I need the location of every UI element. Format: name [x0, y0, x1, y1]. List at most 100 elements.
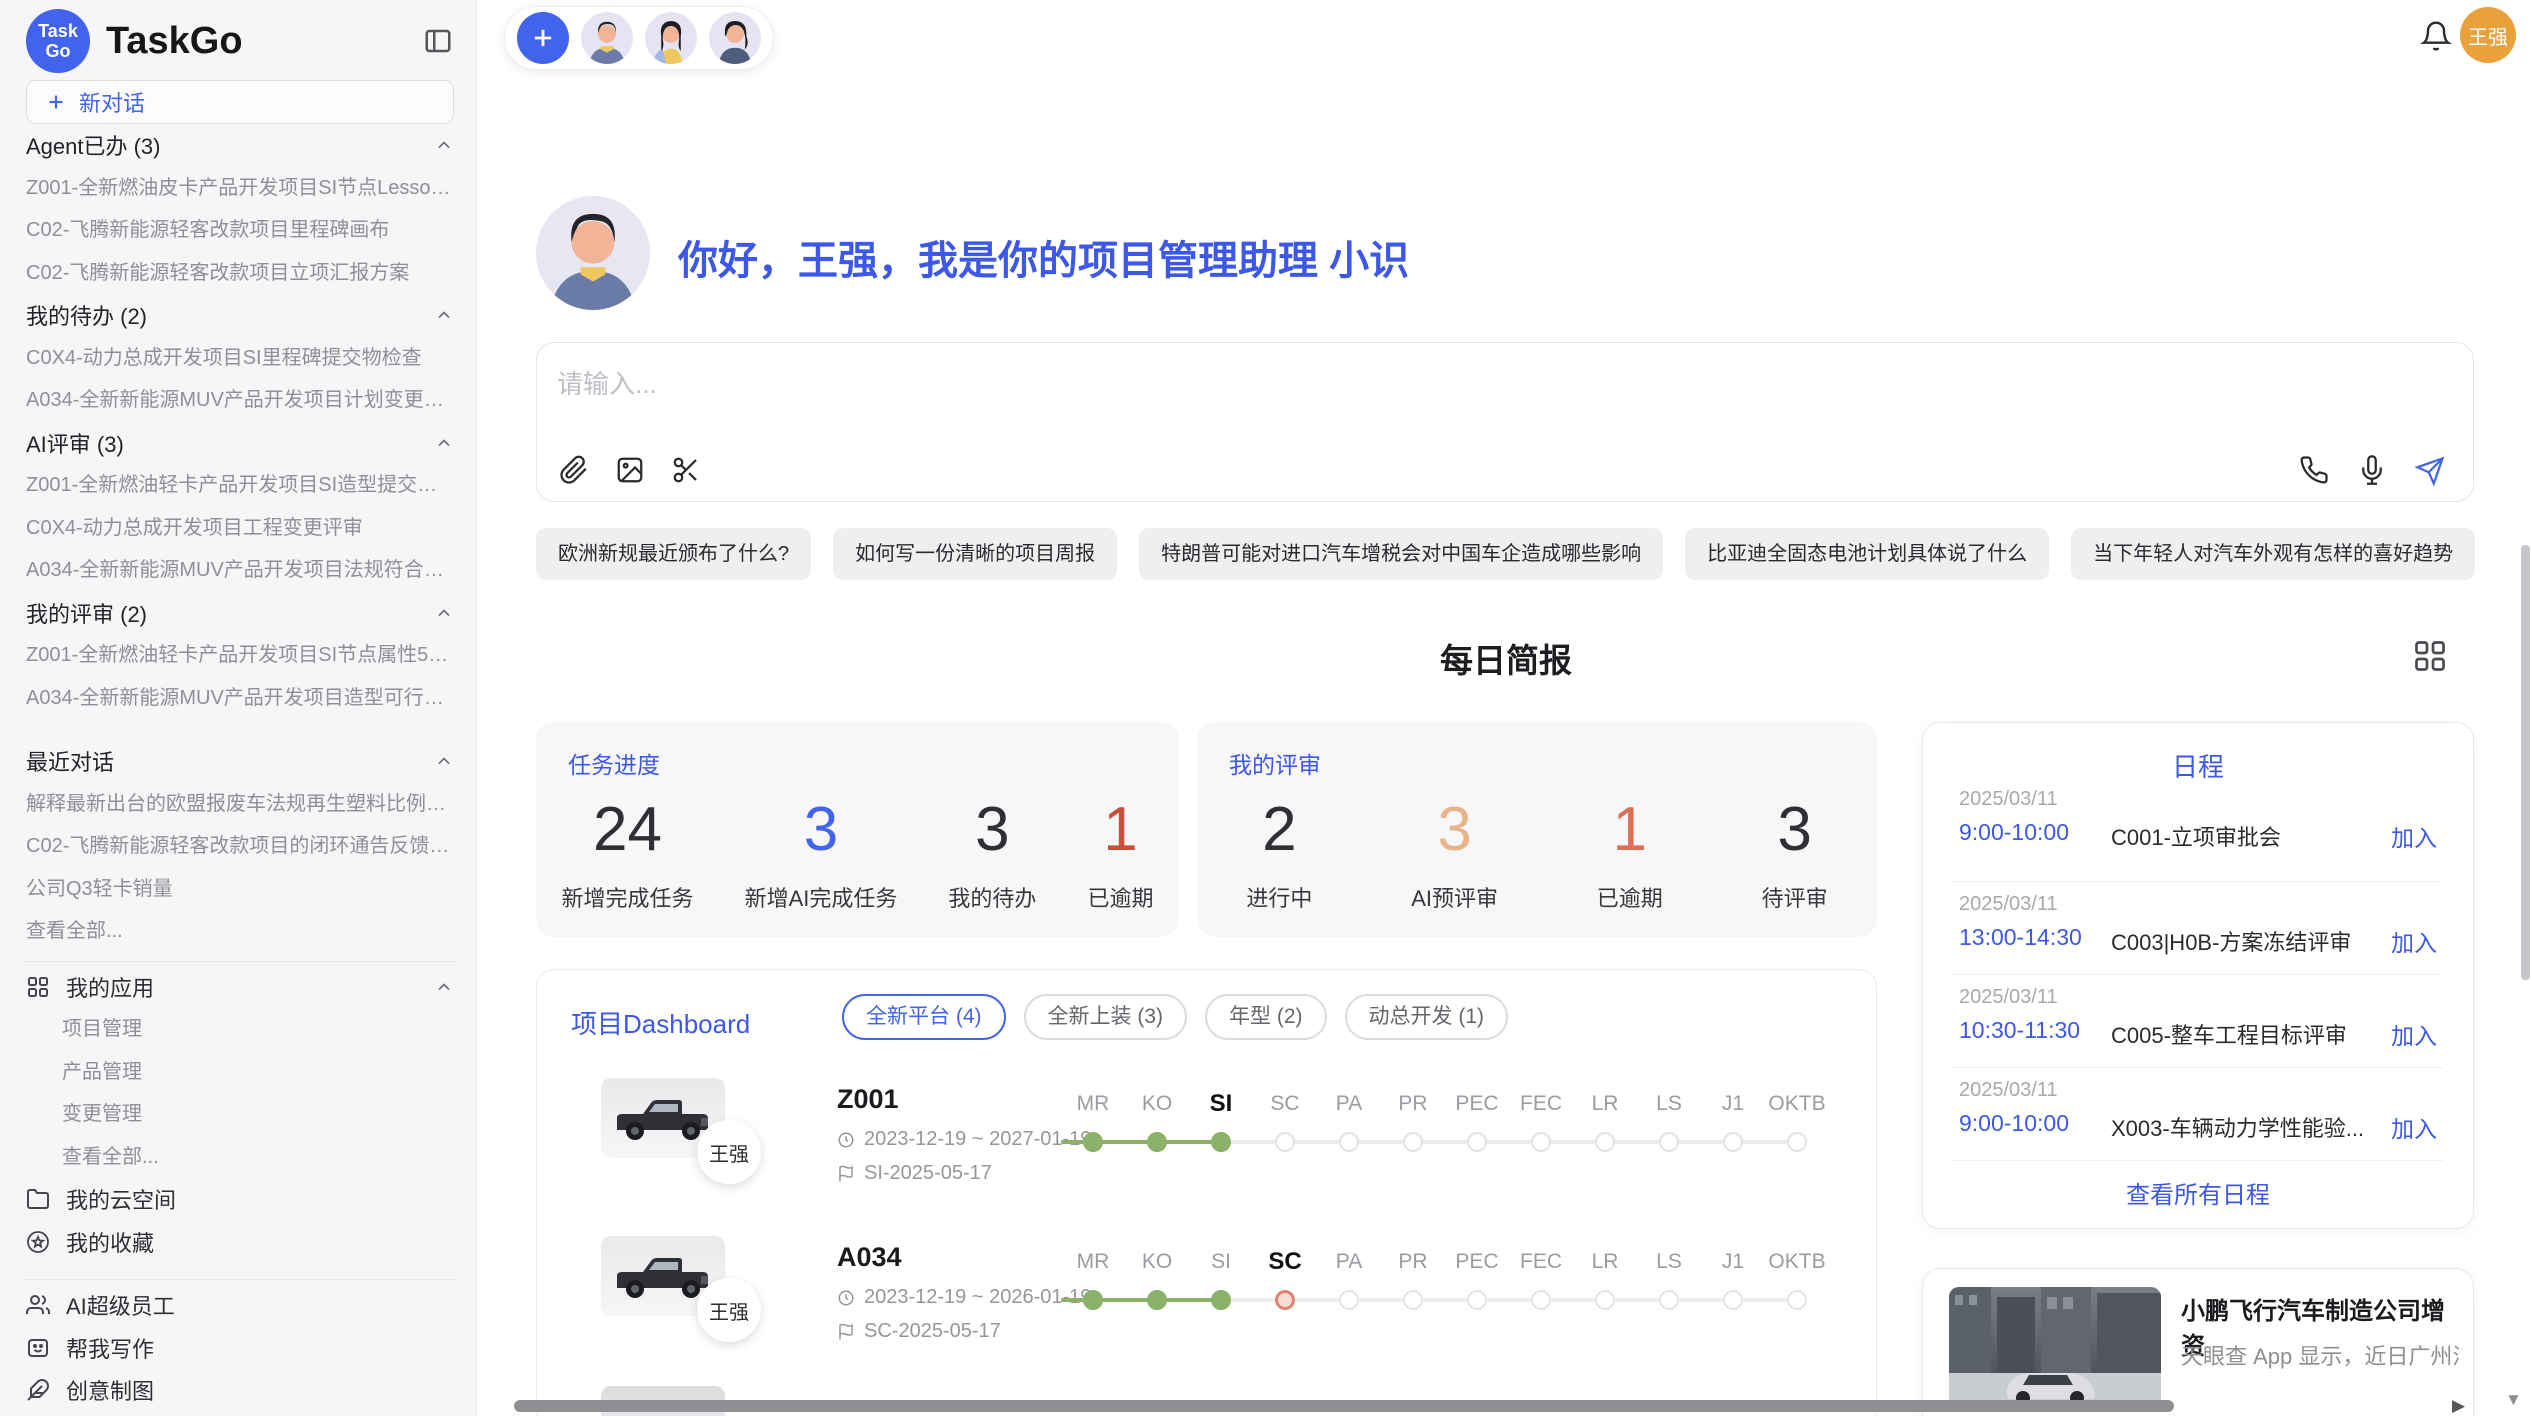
milestone-dot — [1403, 1290, 1423, 1310]
section-my-review[interactable]: 我的评审 (2) — [26, 592, 454, 635]
milestone-dot — [1531, 1132, 1551, 1152]
ai-employee-label: AI超级员工 — [66, 1289, 175, 1321]
section-agent-done[interactable]: Agent已办 (3) — [26, 124, 454, 167]
sidebar-item[interactable]: C0X4-动力总成开发项目工程变更评审 — [26, 507, 454, 550]
sidebar-item[interactable]: 公司Q3轻卡销量 — [26, 868, 454, 911]
sidebar-item[interactable]: Z001-全新燃油轻卡产品开发项目SI节点属性5D文件评审 — [26, 634, 454, 677]
chat-input[interactable] — [557, 361, 1757, 407]
suggestion-chips: 欧洲新规最近颁布了什么? 如何写一份清晰的项目周报 特朗普可能对进口汽车增税会对… — [536, 528, 2475, 580]
scroll-right-arrow-icon[interactable]: ▶ — [2452, 1396, 2465, 1416]
new-chat-button[interactable]: 新对话 — [26, 80, 454, 124]
scissors-icon[interactable] — [671, 455, 701, 485]
folder-icon — [26, 1187, 50, 1211]
sidebar-item-view-all[interactable]: 查看全部... — [26, 910, 454, 953]
suggestion-chip[interactable]: 欧洲新规最近颁布了什么? — [536, 528, 811, 580]
milestone-dot — [1211, 1132, 1231, 1152]
plus-icon — [45, 91, 67, 113]
milestone-label: OKTB — [1765, 1248, 1829, 1276]
milestone-label: PA — [1317, 1248, 1381, 1276]
sidebar-item[interactable]: A034-全新新能源MUV产品开发项目计划变更表编写 — [26, 379, 454, 422]
tab-new-platform[interactable]: 全新平台 (4) — [842, 994, 1006, 1040]
users-icon — [26, 1293, 50, 1317]
vertical-scrollbar[interactable] — [2521, 545, 2530, 980]
join-link[interactable]: 加入 — [2391, 819, 2437, 853]
sidebar-item[interactable]: 解释最新出台的欧盟报废车法规再生塑料比例被调至15%... — [26, 783, 454, 826]
milestone-label: KO — [1125, 1248, 1189, 1276]
scroll-down-arrow-icon[interactable]: ▼ — [2505, 1390, 2522, 1410]
stat-pending-review: 3 待评审 — [1762, 794, 1828, 913]
project-row[interactable]: 王强 Z001 2023-12-19 ~ 2027-01-19 SI-2025-… — [537, 1070, 1876, 1222]
sidebar-item[interactable]: A034-全新新能源MUV产品开发项目法规符合性评审 — [26, 549, 454, 592]
sidebar-item-ai-employee[interactable]: AI超级员工 — [26, 1284, 454, 1327]
section-my-todo[interactable]: 我的待办 (2) — [26, 294, 454, 337]
agent-avatar[interactable] — [581, 12, 633, 64]
clock-icon — [837, 1289, 855, 1307]
sidebar-item-cloud-space[interactable]: 我的云空间 — [26, 1178, 454, 1221]
sidebar-item[interactable]: C0X4-动力总成开发项目SI里程碑提交物检查 — [26, 337, 454, 380]
milestone-label: J1 — [1701, 1090, 1765, 1118]
sidebar-item[interactable]: Z001-全新燃油轻卡产品开发项目SI造型提交物评审 — [26, 464, 454, 507]
milestone-dot — [1531, 1290, 1551, 1310]
chat-composer — [536, 342, 2474, 502]
suggestion-chip[interactable]: 如何写一份清晰的项目周报 — [833, 528, 1117, 580]
sidebar-item[interactable]: C02-飞腾新能源轻客改款项目的闭环通告反馈情况 — [26, 825, 454, 868]
microphone-icon[interactable] — [2357, 455, 2387, 485]
milestone-dot — [1339, 1132, 1359, 1152]
user-avatar[interactable]: 王强 — [2460, 7, 2516, 63]
add-agent-button[interactable] — [517, 12, 569, 64]
tab-powertrain[interactable]: 动总开发 (1) — [1345, 994, 1509, 1040]
agent-avatar[interactable] — [645, 12, 697, 64]
section-recent-chats[interactable]: 最近对话 — [26, 740, 454, 783]
milestone-dot — [1147, 1132, 1167, 1152]
milestone-label: MR — [1061, 1090, 1125, 1118]
milestone-label: LS — [1637, 1090, 1701, 1118]
voice-call-icon[interactable] — [2299, 455, 2329, 485]
sidebar-item-creative-draw[interactable]: 创意制图 — [26, 1369, 454, 1412]
schedule-title: 日程 — [1923, 747, 2473, 784]
milestone-label: SC — [1253, 1090, 1317, 1118]
news-card[interactable]: 小鹏飞行汽车制造公司增资 天眼查 App 显示，近日广州汇天飞行汽... — [1922, 1268, 2474, 1416]
project-name: A034 — [837, 1242, 902, 1273]
sidebar-item-favorites[interactable]: 我的收藏 — [26, 1221, 454, 1264]
sidebar-item-project-mgmt[interactable]: 项目管理 — [26, 1008, 454, 1051]
sidebar-header: Task Go TaskGo — [26, 10, 454, 72]
horizontal-scrollbar[interactable] — [514, 1400, 2174, 1412]
suggestion-chip[interactable]: 特朗普可能对进口汽车增税会对中国车企造成哪些影响 — [1139, 528, 1663, 580]
sidebar: Task Go TaskGo 新对话 Agent已办 (3) Z001-全新燃油… — [0, 0, 477, 1416]
join-link[interactable]: 加入 — [2391, 924, 2437, 958]
suggestion-chip[interactable]: 比亚迪全固态电池计划具体说了什么 — [1685, 528, 2049, 580]
milestone-dot — [1467, 1132, 1487, 1152]
section-label: 我的待办 (2) — [26, 299, 147, 331]
schedule-date: 2025/03/11 — [1959, 893, 2058, 916]
join-link[interactable]: 加入 — [2391, 1017, 2437, 1051]
task-progress-card: 任务进度 24 新增完成任务 3 新增AI完成任务 3 我的待办 1 已逾期 — [536, 722, 1179, 937]
section-ai-review[interactable]: AI评审 (3) — [26, 422, 454, 465]
sidebar-item[interactable]: Z001-全新燃油皮卡产品开发项目SI节点Lesson Learn报告 — [26, 167, 454, 210]
sidebar-item-change-mgmt[interactable]: 变更管理 — [26, 1093, 454, 1136]
view-all-schedule-link[interactable]: 查看所有日程 — [1923, 1175, 2473, 1210]
sidebar-item-apps-view-all[interactable]: 查看全部... — [26, 1136, 454, 1179]
join-link[interactable]: 加入 — [2391, 1110, 2437, 1144]
sidebar-collapse-icon[interactable] — [422, 25, 454, 57]
news-snippet: 天眼查 App 显示，近日广州汇天飞行汽... — [2181, 1339, 2459, 1371]
milestone-track: MR KO SI SC PA PR PEC FEC LR LS J1 OKTB — [1061, 1070, 1829, 1222]
milestone-dot — [1211, 1290, 1231, 1310]
layout-grid-icon[interactable] — [2412, 638, 2448, 674]
suggestion-chip[interactable]: 当下年轻人对汽车外观有怎样的喜好趋势 — [2071, 528, 2475, 580]
sidebar-item-product-mgmt[interactable]: 产品管理 — [26, 1051, 454, 1094]
tab-new-body[interactable]: 全新上装 (3) — [1024, 994, 1188, 1040]
project-row[interactable]: 王强 A034 2023-12-19 ~ 2026-01-19 SC-2025-… — [537, 1228, 1876, 1380]
sidebar-item[interactable]: C02-飞腾新能源轻客改款项目里程碑画布 — [26, 209, 454, 252]
stat-new-completed: 24 新增完成任务 — [562, 794, 694, 913]
sidebar-item-help-write[interactable]: 帮我写作 — [26, 1327, 454, 1370]
sidebar-item[interactable]: A034-全新新能源MUV产品开发项目造型可行性评审 — [26, 677, 454, 720]
agent-avatar[interactable] — [709, 12, 761, 64]
notification-bell-icon[interactable] — [2420, 20, 2452, 52]
chevron-up-icon — [434, 433, 454, 453]
sidebar-item[interactable]: C02-飞腾新能源轻客改款项目立项汇报方案 — [26, 252, 454, 295]
tab-year-model[interactable]: 年型 (2) — [1205, 994, 1327, 1040]
image-upload-icon[interactable] — [615, 455, 645, 485]
sidebar-item-my-apps[interactable]: 我的应用 — [26, 966, 454, 1009]
send-icon[interactable] — [2415, 455, 2445, 485]
attachment-icon[interactable] — [559, 455, 589, 485]
